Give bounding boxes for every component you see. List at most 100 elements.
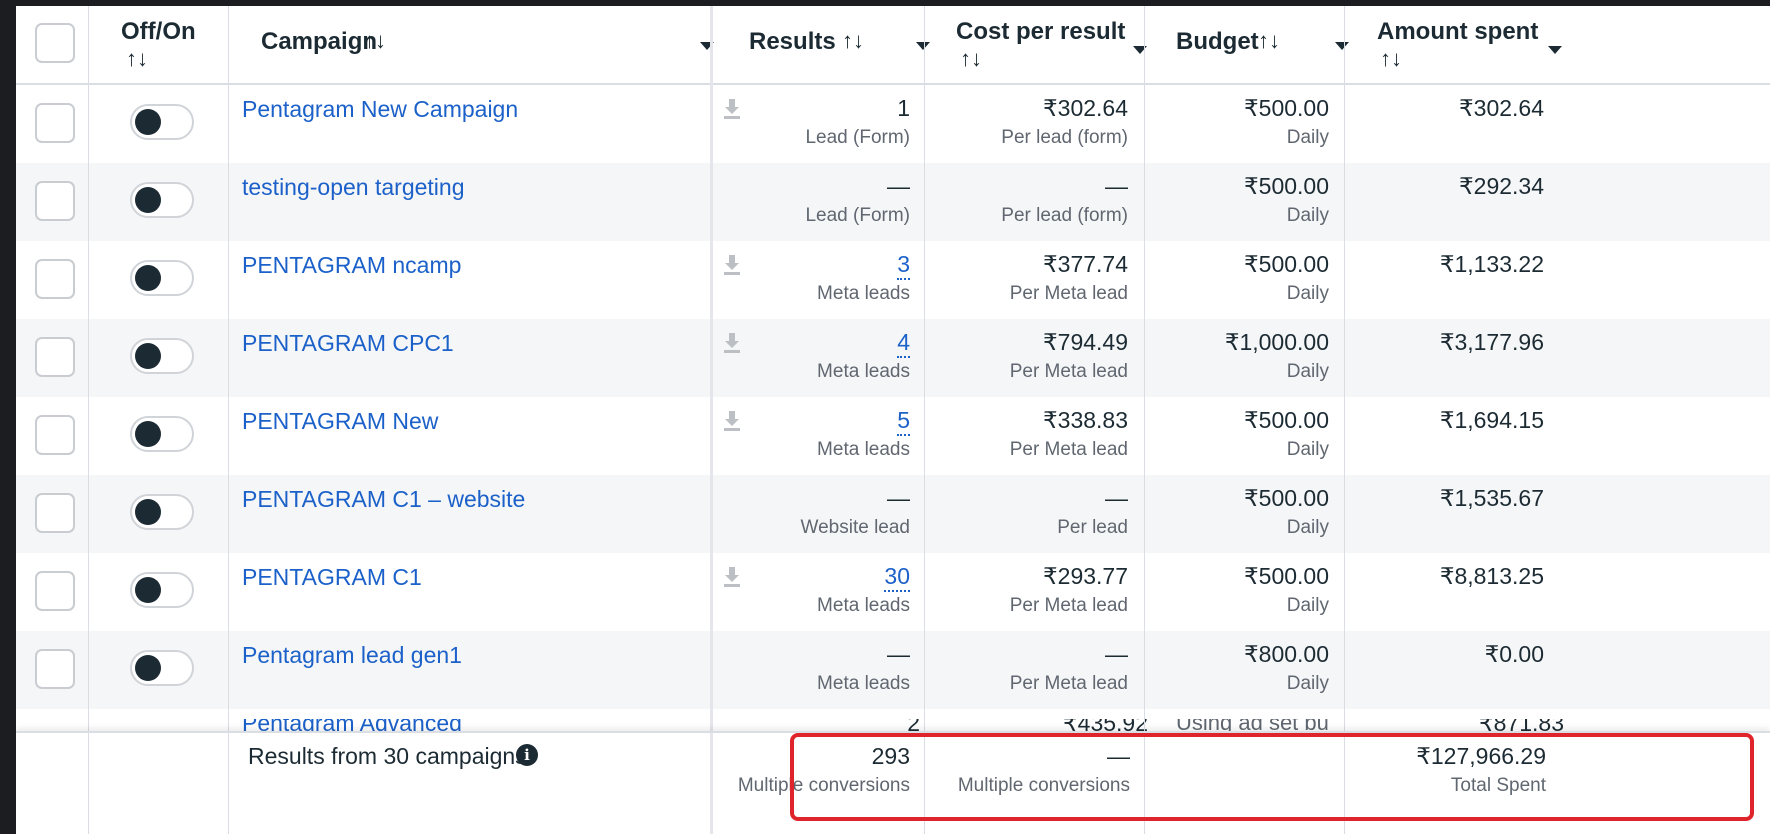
- toggle-knob: [135, 499, 161, 525]
- result-value[interactable]: 5: [897, 407, 910, 436]
- header-campaign-label: Campaign: [261, 28, 378, 55]
- row-checkbox[interactable]: [35, 103, 75, 143]
- header-spent-label: Amount spent: [1377, 18, 1539, 45]
- column-divider: [924, 6, 925, 834]
- row-checkbox[interactable]: [35, 181, 75, 221]
- budget-value: ₹500.00: [1244, 173, 1329, 199]
- download-icon[interactable]: [722, 97, 742, 121]
- result-value[interactable]: 30: [884, 563, 910, 592]
- cost-type: Per Meta lead: [1009, 439, 1128, 460]
- table-row[interactable]: testing-open targeting — Lead (Form) — P…: [16, 163, 1770, 241]
- cost-value: —: [1105, 641, 1128, 667]
- highlight-box: [790, 733, 1754, 821]
- spent-value: ₹8,813.25: [1439, 563, 1544, 589]
- download-icon[interactable]: [722, 565, 742, 589]
- header-cost-label: Cost per result: [956, 18, 1126, 45]
- campaign-link[interactable]: PENTAGRAM ncamp: [242, 252, 461, 279]
- chevron-down-icon[interactable]: [1548, 46, 1562, 54]
- budget-type: Daily: [1286, 439, 1329, 460]
- header-results-label: Results: [749, 28, 836, 55]
- download-icon[interactable]: [722, 331, 742, 355]
- row-checkbox[interactable]: [35, 571, 75, 611]
- table-row[interactable]: PENTAGRAM C1 30 Meta leads ₹293.77 Per M…: [16, 553, 1770, 631]
- row-checkbox[interactable]: [35, 259, 75, 299]
- table-row[interactable]: PENTAGRAM CPC1 4 Meta leads ₹794.49 Per …: [16, 319, 1770, 397]
- campaign-link[interactable]: testing-open targeting: [242, 174, 465, 201]
- budget-value: ₹500.00: [1244, 563, 1329, 589]
- result-value[interactable]: 4: [897, 329, 910, 358]
- sort-icon[interactable]: ↑↓: [1258, 28, 1280, 54]
- campaign-link[interactable]: Pentagram lead gen1: [242, 642, 462, 669]
- table-row[interactable]: Pentagram lead gen1 — Meta leads — Per M…: [16, 631, 1770, 709]
- toggle-knob: [135, 655, 161, 681]
- chevron-down-icon[interactable]: [916, 42, 930, 50]
- row-checkbox[interactable]: [35, 337, 75, 377]
- toggle-knob: [135, 187, 161, 213]
- result-value[interactable]: 3: [897, 251, 910, 280]
- campaigns-table: Off/On ↑↓ Campaign ↑↓ Results ↑↓ Cost pe…: [16, 6, 1770, 834]
- budget-type: Daily: [1286, 127, 1329, 148]
- sort-icon[interactable]: ↑↓: [364, 28, 386, 54]
- result-type: Meta leads: [817, 361, 910, 382]
- chevron-down-icon[interactable]: [1335, 42, 1349, 50]
- header-campaign[interactable]: Campaign ↑↓: [244, 6, 724, 85]
- cost-value: ₹338.83: [1043, 407, 1128, 433]
- table-row[interactable]: PENTAGRAM New 5 Meta leads ₹338.83 Per M…: [16, 397, 1770, 475]
- header-cost-per-result[interactable]: Cost per result ↑↓: [940, 6, 1160, 85]
- campaign-toggle[interactable]: [130, 572, 194, 608]
- info-icon[interactable]: i: [516, 744, 538, 766]
- sort-icon[interactable]: ↑↓: [842, 28, 864, 54]
- table-row[interactable]: PENTAGRAM C1 – website — Website lead — …: [16, 475, 1770, 553]
- table-row[interactable]: Pentagram New Campaign 1 Lead (Form) ₹30…: [16, 85, 1770, 163]
- cost-value: —: [1105, 485, 1128, 511]
- column-divider: [1144, 6, 1145, 834]
- column-divider: [228, 6, 229, 834]
- header-results[interactable]: Results ↑↓: [726, 6, 936, 85]
- toggle-knob: [135, 577, 161, 603]
- cost-type: Per Meta lead: [1009, 595, 1128, 616]
- campaign-toggle[interactable]: [130, 650, 194, 686]
- toggle-knob: [135, 421, 161, 447]
- budget-type: Daily: [1286, 595, 1329, 616]
- campaign-toggle[interactable]: [130, 260, 194, 296]
- row-checkbox[interactable]: [35, 493, 75, 533]
- campaign-toggle[interactable]: [130, 416, 194, 452]
- campaign-toggle[interactable]: [130, 104, 194, 140]
- header-budget[interactable]: Budget ↑↓: [1160, 6, 1360, 85]
- campaign-link[interactable]: PENTAGRAM C1: [242, 564, 422, 591]
- toggle-knob: [135, 343, 161, 369]
- cost-value: ₹293.77: [1043, 563, 1128, 589]
- result-type: Meta leads: [817, 439, 910, 460]
- row-checkbox[interactable]: [35, 649, 75, 689]
- result-value: —: [887, 485, 910, 511]
- header-amount-spent[interactable]: Amount spent ↑↓: [1360, 6, 1570, 85]
- budget-value: ₹500.00: [1244, 485, 1329, 511]
- row-checkbox[interactable]: [35, 415, 75, 455]
- cost-type: Per lead: [1057, 517, 1128, 538]
- campaign-link[interactable]: PENTAGRAM CPC1: [242, 330, 454, 357]
- sort-icon[interactable]: ↑↓: [960, 46, 982, 72]
- campaign-link[interactable]: Pentagram New Campaign: [242, 96, 518, 123]
- spent-value: ₹292.34: [1459, 173, 1544, 199]
- cost-type: Per lead (form): [1001, 205, 1128, 226]
- result-type: Website lead: [800, 517, 911, 538]
- cost-type: Per Meta lead: [1009, 361, 1128, 382]
- campaign-link[interactable]: PENTAGRAM New: [242, 408, 438, 435]
- campaign-toggle[interactable]: [130, 182, 194, 218]
- result-value: —: [887, 173, 910, 199]
- sort-icon[interactable]: ↑↓: [1380, 46, 1402, 72]
- campaign-toggle[interactable]: [130, 494, 194, 530]
- spent-value: ₹302.64: [1459, 95, 1544, 121]
- select-all-checkbox[interactable]: [35, 23, 75, 63]
- column-divider: [1344, 6, 1345, 834]
- campaign-link[interactable]: PENTAGRAM C1 – website: [242, 486, 525, 513]
- table-header: Off/On ↑↓ Campaign ↑↓ Results ↑↓ Cost pe…: [16, 6, 1770, 85]
- toggle-knob: [135, 109, 161, 135]
- header-offon[interactable]: Off/On ↑↓: [104, 6, 244, 85]
- table-row[interactable]: PENTAGRAM ncamp 3 Meta leads ₹377.74 Per…: [16, 241, 1770, 319]
- download-icon[interactable]: [722, 409, 742, 433]
- spent-value: ₹1,535.67: [1439, 485, 1544, 511]
- campaign-toggle[interactable]: [130, 338, 194, 374]
- download-icon[interactable]: [722, 253, 742, 277]
- sort-icon[interactable]: ↑↓: [126, 46, 148, 72]
